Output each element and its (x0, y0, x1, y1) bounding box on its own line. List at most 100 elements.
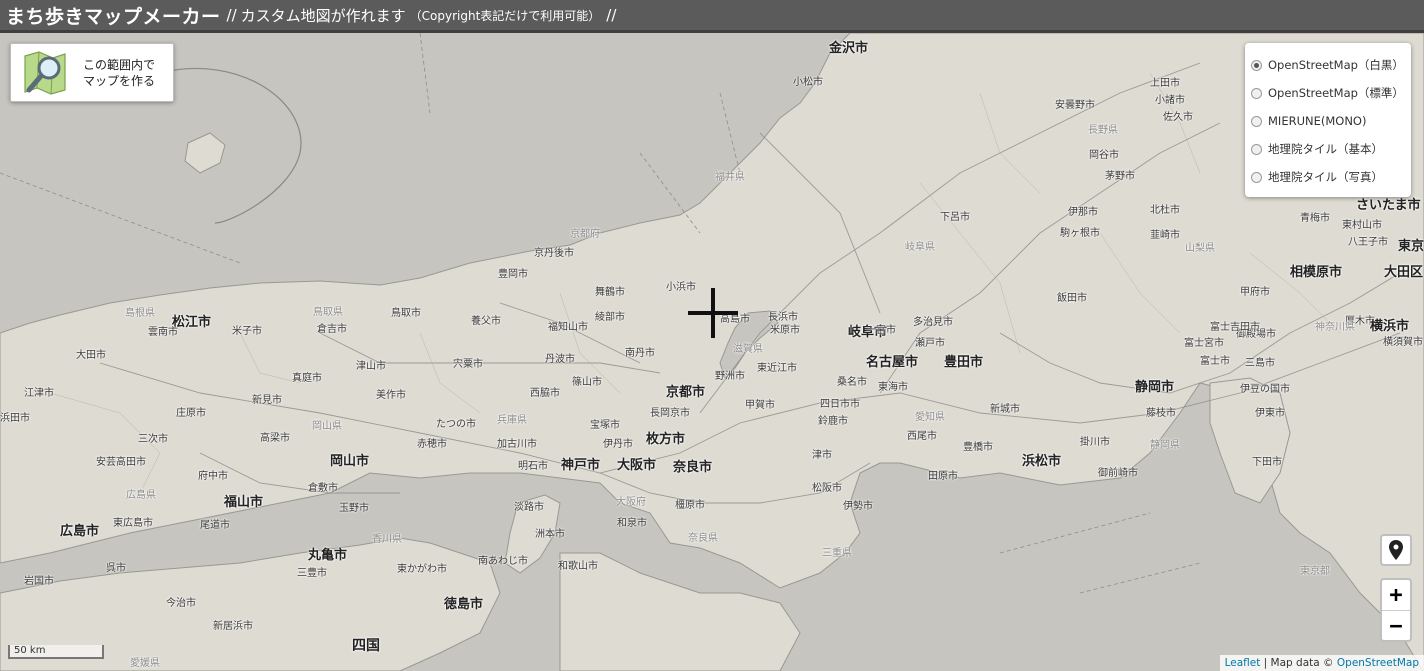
map-label-pref: 滋賀県 (733, 344, 763, 355)
map-label-city: 小松市 (793, 77, 823, 88)
map-label-pref: 愛知県 (915, 412, 945, 423)
layer-option-mierune-mono[interactable]: MIERUNE(MONO) (1251, 107, 1405, 135)
map-label-city: 御前崎市 (1098, 468, 1138, 479)
map-label-city: 神戸市 (561, 458, 601, 473)
map-label-city: 赤穂市 (417, 439, 447, 450)
map-label-city: 和歌山市 (558, 561, 598, 572)
map-label-city: 掛川市 (1080, 437, 1110, 448)
map-label-city: 名古屋市 (866, 355, 919, 370)
map-label-city: 上田市 (1150, 78, 1180, 89)
map-label-city: 浜田市 (0, 413, 30, 424)
zoom-out-button[interactable]: − (1382, 611, 1410, 641)
layer-label: 地理院タイル（写真） (1268, 170, 1383, 184)
map-label-city: 津市 (812, 450, 832, 461)
map-label-city: 三島市 (1245, 358, 1275, 369)
map-label-city: 西脇市 (530, 388, 560, 399)
osm-link[interactable]: OpenStreetMap (1337, 657, 1419, 669)
map-label-city: 米子市 (232, 326, 262, 337)
map-label-city: 多治見市 (913, 317, 953, 328)
map-label-city: 岡山市 (330, 454, 370, 469)
map-label-city: 養父市 (471, 316, 501, 327)
map-label-city: 甲府市 (1240, 287, 1270, 298)
layer-option-gsi-photo[interactable]: 地理院タイル（写真） (1251, 163, 1405, 191)
scale-bar: 50 km (8, 645, 104, 659)
map-label-city: 伊東市 (1255, 408, 1285, 419)
map-label-city: 今治市 (166, 598, 196, 609)
map-label-city: 金沢市 (829, 41, 869, 56)
attribution: Leaflet | Map data © OpenStreetMap (1219, 655, 1424, 671)
map-label-city: 瀬戸市 (915, 338, 945, 349)
map-label-city: 大田区 (1384, 265, 1424, 280)
app-subtitle: カスタム地図が作れます (240, 6, 406, 25)
map-label-city: 尾道市 (200, 520, 230, 531)
map-label-city: 鳥取市 (391, 308, 421, 319)
radio-icon[interactable] (1251, 171, 1262, 183)
map-label-city: 相模原市 (1290, 265, 1343, 280)
map-label-city: 高梁市 (260, 433, 290, 444)
map-label-city: 美作市 (376, 390, 406, 401)
map-label-city: 八王子市 (1348, 237, 1388, 248)
map-label-city: 伊勢市 (843, 501, 873, 512)
map-label-city: 倉敷市 (308, 483, 338, 494)
map-label-pref: 岡山県 (312, 421, 342, 432)
make-map-line2: マップを作る (83, 73, 156, 88)
map-label-city: 明石市 (518, 461, 548, 472)
map-label-city: 舞鶴市 (595, 287, 625, 298)
layer-option-osm-standard[interactable]: OpenStreetMap（標準） (1251, 79, 1405, 107)
copyright-note: （Copyright表記だけで利用可能） (409, 8, 601, 23)
add-marker-button[interactable] (1380, 534, 1412, 566)
make-map-button[interactable]: この範囲内で マップを作る (10, 43, 174, 102)
map-label-pref: 長野県 (1088, 125, 1118, 136)
map-label-city: 呉市 (106, 563, 126, 574)
map-label-city: 橿原市 (675, 500, 705, 511)
leaflet-link[interactable]: Leaflet (1225, 657, 1261, 669)
map-label-city: 徳島市 (444, 597, 484, 612)
map-label-city: 丸亀市 (308, 548, 348, 563)
map-label-region: 四国 (352, 638, 380, 654)
map-label-city: 加古川市 (497, 439, 537, 450)
map-canvas[interactable]: 金沢市 小松市 福井県 京都府 松江市 島根県 米子市 鳥取県 鳥取市 倉吉市 … (0, 33, 1424, 671)
make-map-label: この範囲内で マップを作る (83, 57, 155, 89)
map-label-city: 京都市 (666, 385, 706, 400)
radio-icon[interactable] (1251, 143, 1262, 155)
map-label-city: 佐久市 (1163, 112, 1193, 123)
map-label-city: 宝塚市 (590, 420, 620, 431)
map-label-city: 枚方市 (646, 432, 686, 447)
map-label-city: 長岡京市 (650, 408, 690, 419)
map-label-pref: 広島県 (126, 490, 156, 501)
map-label-city: 玉野市 (339, 503, 369, 514)
map-label-city: 小諸市 (1155, 95, 1185, 106)
radio-icon[interactable] (1251, 87, 1262, 99)
map-label-pref: 兵庫県 (497, 415, 527, 426)
map-label-city: 下呂市 (940, 212, 970, 223)
map-label-pref: 福井県 (715, 172, 745, 183)
map-label-city: 東近江市 (757, 363, 797, 374)
map-label-city: 倉吉市 (317, 324, 347, 335)
radio-icon[interactable] (1251, 115, 1262, 127)
map-label-city: 宍粟市 (453, 359, 483, 370)
layer-option-osm-mono[interactable]: OpenStreetMap（白黒） (1251, 51, 1405, 79)
map-pin-icon (1389, 540, 1403, 560)
map-label-city: 新見市 (252, 395, 282, 406)
map-label-city: 豊岡市 (498, 269, 528, 280)
map-label-city: 篠山市 (572, 377, 602, 388)
layer-option-gsi-basic[interactable]: 地理院タイル（基本） (1251, 135, 1405, 163)
map-label-city: 東村山市 (1342, 220, 1382, 231)
map-label-city: 安曇野市 (1055, 100, 1095, 111)
map-label-pref: 鳥取県 (313, 307, 343, 318)
radio-selected-icon[interactable] (1251, 59, 1262, 71)
map-label-city: 横浜市 (1370, 319, 1410, 334)
magnifier-map-icon (24, 50, 66, 95)
map-label-city: 大阪市 (617, 458, 657, 473)
map-label-pref: 岐阜県 (905, 242, 935, 253)
map-label-city: 富士宮市 (1184, 338, 1224, 349)
map-label-city: 北杜市 (1150, 205, 1180, 216)
map-label-city: 桑名市 (837, 377, 867, 388)
map-label-city: 四日市市 (820, 399, 860, 410)
map-label-city: 静岡市 (1135, 380, 1175, 395)
map-label-city: 南あわじ市 (478, 556, 528, 567)
map-label-city: 庄原市 (176, 408, 206, 419)
map-label-city: 下田市 (1252, 457, 1282, 468)
map-label-pref: 三重県 (822, 548, 852, 559)
zoom-in-button[interactable]: + (1382, 580, 1410, 611)
